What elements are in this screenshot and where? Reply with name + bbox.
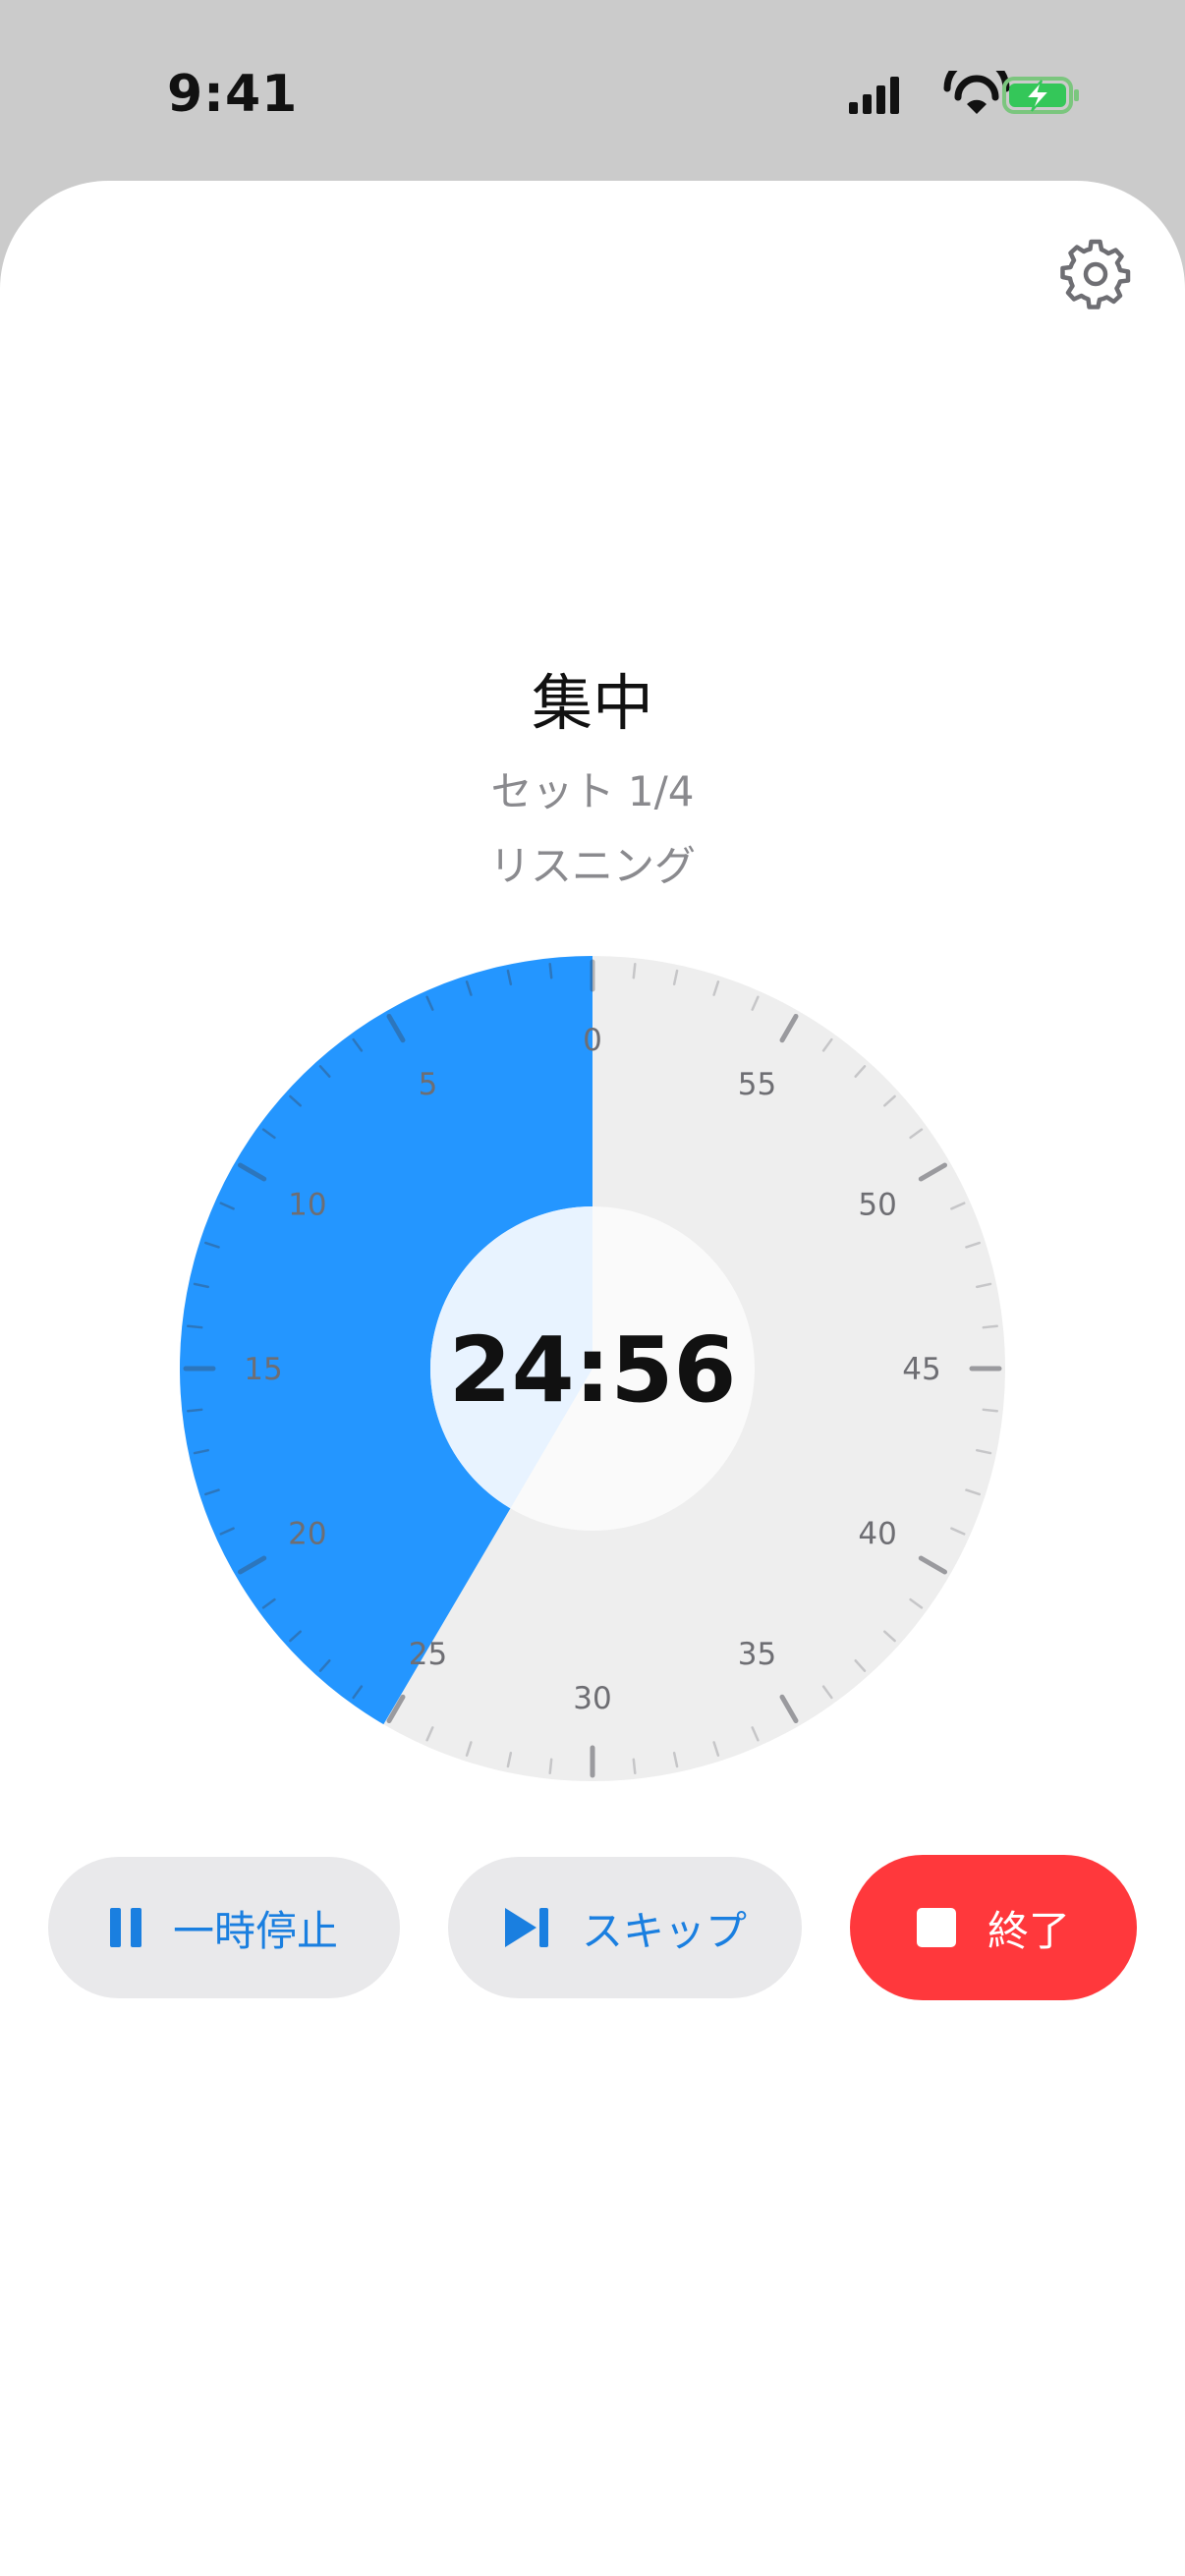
app-screen: 9:41 集中 セット 1/4 リスニング 0 5 10 15 20 25 30… [0, 0, 1185, 2576]
dial-label: 35 [738, 1637, 776, 1672]
dial-label: 30 [573, 1681, 611, 1716]
dial-label: 55 [738, 1067, 776, 1102]
pause-label: 一時停止 [172, 1906, 338, 1955]
dial-label: 20 [288, 1517, 326, 1552]
dial-minor-tick [187, 1324, 203, 1329]
timer-dial: 0 5 10 15 20 25 30 35 40 45 50 55 24:56 [180, 956, 1005, 1781]
dial-minor-tick [982, 1408, 998, 1413]
dial-label: 5 [419, 1067, 438, 1102]
dial-minor-tick [982, 1324, 998, 1329]
pause-button[interactable]: 一時停止 [48, 1857, 400, 1998]
end-button[interactable]: 終了 [850, 1855, 1137, 2000]
dial-label: 0 [583, 1023, 602, 1058]
dial-label: 15 [244, 1352, 282, 1387]
dial-label: 40 [858, 1517, 896, 1552]
skip-button[interactable]: スキップ [448, 1857, 802, 1998]
dial-label: 45 [902, 1352, 940, 1387]
pause-icon [109, 1908, 141, 1947]
dial-minor-tick [187, 1408, 203, 1413]
dial-minor-tick [632, 963, 637, 980]
skip-forward-icon [504, 1908, 548, 1947]
skip-label: スキップ [581, 1906, 747, 1955]
stop-icon [916, 1908, 956, 1947]
dial-minor-tick [548, 1758, 553, 1774]
remaining-time: 24:56 [449, 1317, 737, 1423]
dial-label: 50 [858, 1188, 896, 1223]
end-label: 終了 [987, 1906, 1070, 1955]
dial-minor-tick [548, 963, 553, 980]
dial-label: 10 [288, 1188, 326, 1223]
dial-label: 25 [409, 1637, 447, 1672]
dial-minor-tick [632, 1758, 637, 1774]
